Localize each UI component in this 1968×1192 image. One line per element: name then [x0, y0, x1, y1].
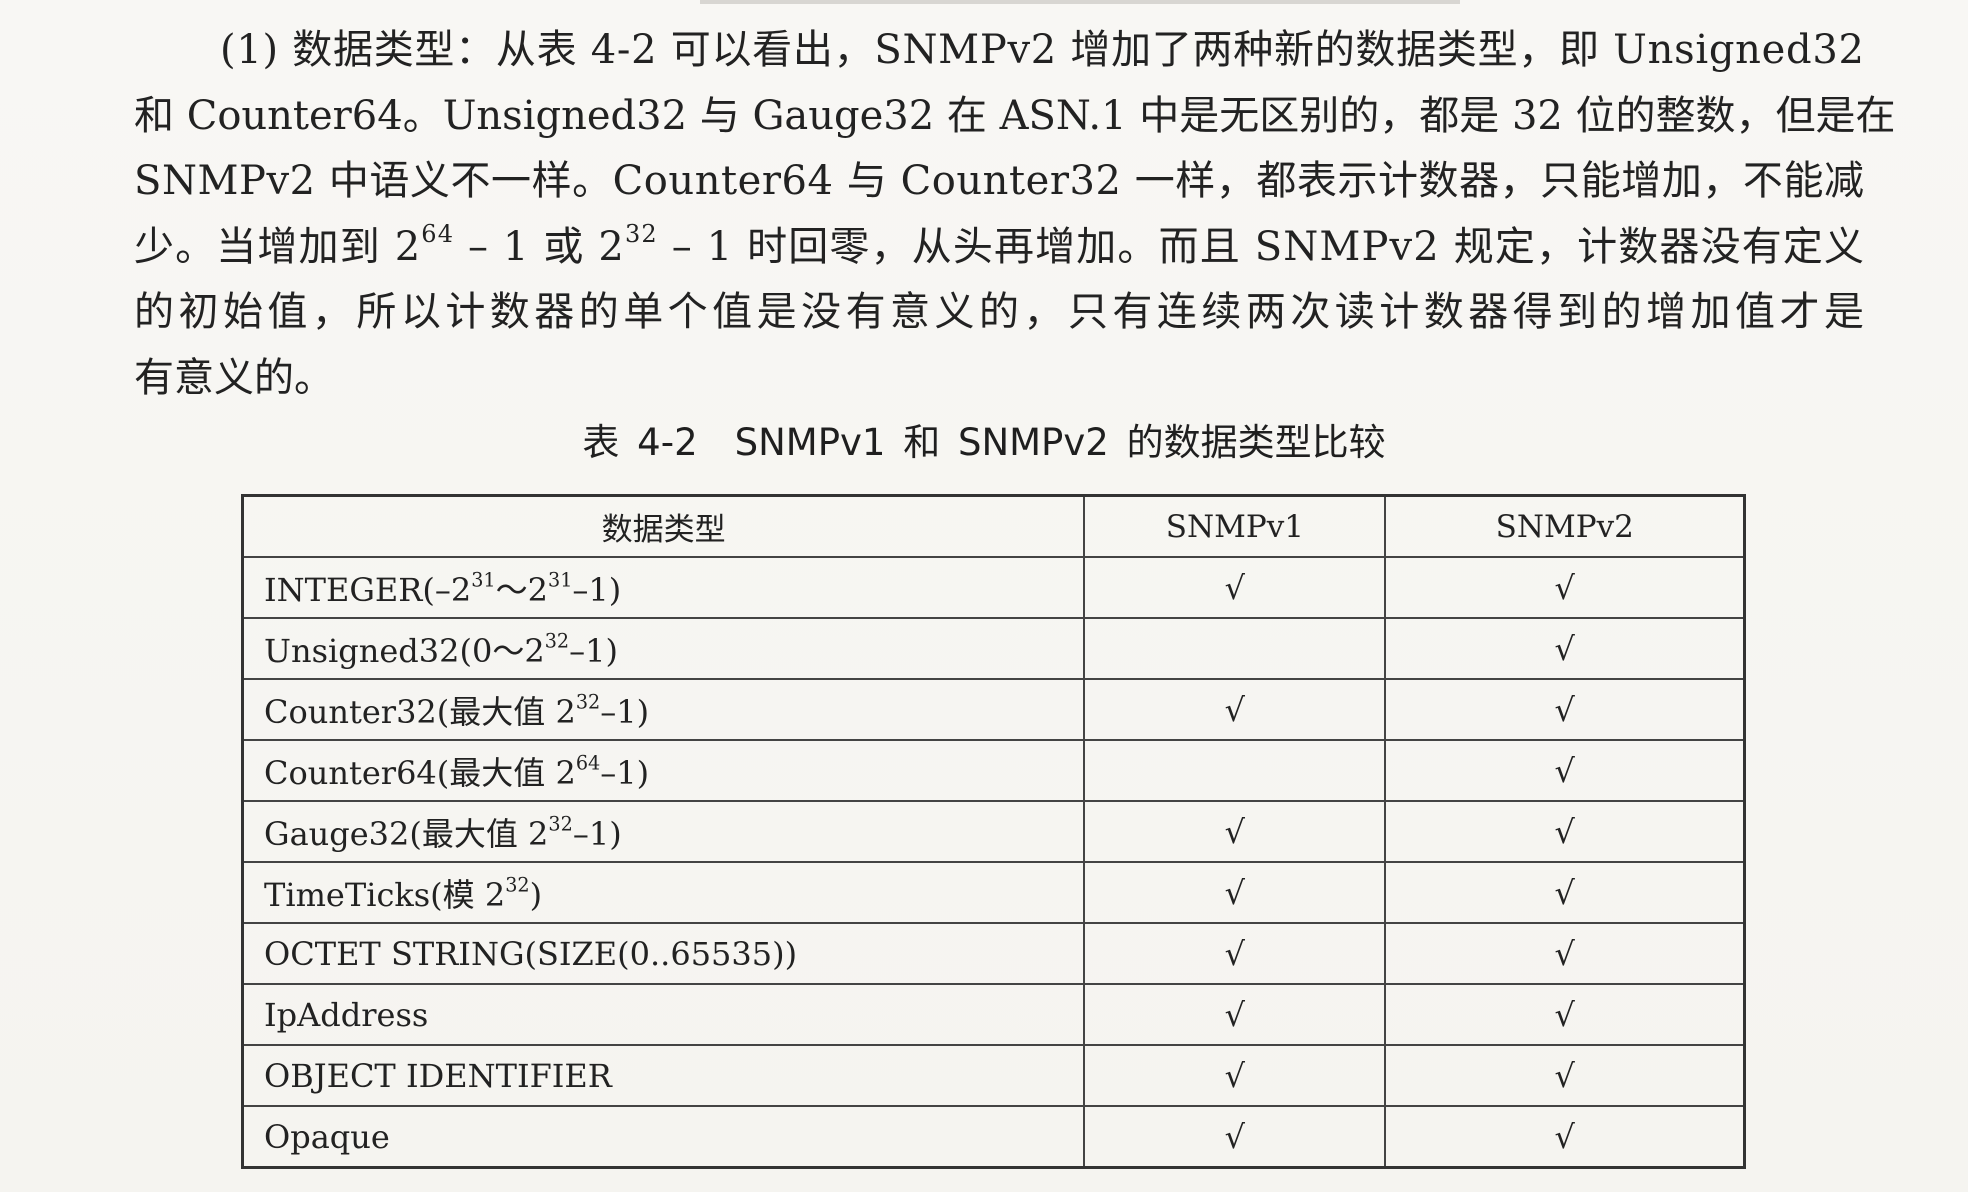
type-text: –1): [572, 570, 622, 609]
table-row: OBJECT IDENTIFIER √ √: [241, 1044, 1746, 1107]
snmpv1-support-cell: √: [1083, 922, 1387, 985]
text-run: 少。当增加到 2: [134, 223, 422, 270]
exponent: 32: [544, 629, 570, 653]
data-type-cell: Gauge32(最大值 232–1): [241, 800, 1086, 863]
snmpv2-support-cell: √: [1384, 617, 1746, 680]
snmpv2-support-cell: √: [1384, 739, 1746, 802]
type-text: Opaque: [264, 1117, 390, 1156]
text-run: – 1 时回零，从头再增加。而且 SNMPv2 规定，计数器没有定义: [657, 223, 1866, 270]
type-text: –1): [600, 753, 650, 792]
exponent: 31: [548, 568, 573, 592]
table-row: Counter64(最大值 264–1) √: [241, 739, 1746, 802]
header-snmpv1: SNMPv1: [1083, 494, 1387, 558]
snmpv2-support-cell: √: [1384, 1044, 1746, 1107]
exponent: 32: [505, 873, 530, 897]
text-run: SNMPv2 中语义不一样。Counter64 与 Counter32 一样，都…: [134, 158, 1865, 205]
header-snmpv2: SNMPv2: [1384, 494, 1746, 558]
paragraph-line-text: 和 Counter64。Unsigned32 与 Gauge32 在 ASN.1…: [134, 84, 1896, 150]
snmpv2-support-cell: √: [1384, 861, 1746, 924]
table-row: TimeTicks(模 232) √ √: [241, 861, 1746, 924]
text-run: (1) 数据类型：从表 4-2 可以看出，SNMPv2 增加了两种新的数据类型，…: [220, 27, 1865, 73]
table-row: OCTET STRING(SIZE(0..65535)) √ √: [241, 922, 1746, 985]
type-text: TimeTicks(模 2: [264, 875, 506, 914]
header-data-type: 数据类型: [241, 494, 1086, 558]
paragraph-line-text: 有意义的。: [134, 346, 334, 412]
table-header-row: 数据类型 SNMPv1 SNMPv2: [241, 494, 1746, 558]
paragraph-line: 有意义的。: [134, 346, 1864, 412]
type-text: OBJECT IDENTIFIER: [264, 1056, 612, 1095]
snmpv2-support-cell: √: [1384, 1105, 1746, 1169]
type-text: –1): [569, 631, 618, 670]
paragraph-line-text: 的初始值，所以计数器的单个值是没有意义的，只有连续两次读计数器得到的增加值才是: [134, 280, 1868, 346]
data-type-comparison-table: 数据类型 SNMPv1 SNMPv2 INTEGER(–231～231–1) √ √…: [241, 494, 1746, 1169]
body-paragraph: (1) 数据类型：从表 4-2 可以看出，SNMPv2 增加了两种新的数据类型，…: [134, 18, 1896, 412]
data-type-cell: OCTET STRING(SIZE(0..65535)): [241, 922, 1086, 985]
paragraph-line: 少。当增加到 264 – 1 或 232 – 1 时回零，从头再增加。而且 SN…: [134, 215, 1864, 281]
table-caption: 表 4-2 SNMPv1 和 SNMPv2 的数据类型比较: [582, 421, 1386, 464]
table-row: IpAddress √ √: [241, 983, 1746, 1046]
document-page: (1) 数据类型：从表 4-2 可以看出，SNMPv2 增加了两种新的数据类型，…: [0, 0, 1968, 1192]
type-text: Counter32(最大值 2: [264, 692, 576, 731]
data-type-cell: OBJECT IDENTIFIER: [241, 1044, 1086, 1107]
table-row: Unsigned32(0～232–1) √: [241, 617, 1746, 680]
snmpv1-support-cell: √: [1083, 1044, 1387, 1107]
data-type-cell: Unsigned32(0～232–1): [241, 617, 1086, 680]
type-text: Counter64(最大值 2: [264, 753, 576, 792]
text-run: – 1 或 2: [454, 223, 626, 270]
data-type-cell: INTEGER(–231～231–1): [241, 556, 1086, 619]
snmpv2-support-cell: √: [1384, 800, 1746, 863]
exponent: 31: [471, 568, 496, 592]
data-type-cell: Opaque: [241, 1105, 1086, 1169]
type-text: Gauge32(最大值 2: [264, 814, 549, 853]
type-text: –1): [600, 692, 650, 731]
exponent: 32: [625, 219, 658, 248]
exponent: 64: [575, 751, 601, 775]
table-row: Gauge32(最大值 232–1) √ √: [241, 800, 1746, 863]
snmpv2-support-cell: √: [1384, 678, 1746, 741]
snmpv1-support-cell: √: [1083, 861, 1387, 924]
paragraph-line: 和 Counter64。Unsigned32 与 Gauge32 在 ASN.1…: [134, 84, 1896, 150]
type-text: Unsigned32(0～2: [264, 631, 545, 670]
snmpv2-support-cell: √: [1384, 922, 1746, 985]
text-run: 有意义的。: [134, 354, 334, 401]
snmpv2-support-cell: √: [1384, 556, 1746, 619]
data-type-cell: IpAddress: [241, 983, 1086, 1046]
paragraph-line-text: SNMPv2 中语义不一样。Counter64 与 Counter32 一样，都…: [134, 149, 1865, 215]
type-text: IpAddress: [264, 995, 429, 1034]
snmpv1-support-cell: √: [1083, 983, 1387, 1046]
type-text: INTEGER(–2: [264, 570, 472, 609]
snmpv1-support-cell: √: [1083, 678, 1387, 741]
data-type-cell: Counter64(最大值 264–1): [241, 739, 1086, 802]
table-row: Counter32(最大值 232–1) √ √: [241, 678, 1746, 741]
snmpv1-support-cell: [1083, 617, 1387, 680]
snmpv1-support-cell: [1083, 739, 1387, 802]
type-text: ～2: [495, 570, 548, 609]
paragraph-line-text: (1) 数据类型：从表 4-2 可以看出，SNMPv2 增加了两种新的数据类型，…: [220, 18, 1865, 84]
data-type-cell: TimeTicks(模 232): [241, 861, 1086, 924]
exponent: 64: [421, 219, 455, 248]
paragraph-line: SNMPv2 中语义不一样。Counter64 与 Counter32 一样，都…: [134, 149, 1864, 215]
snmpv1-support-cell: √: [1083, 1105, 1387, 1169]
data-type-cell: Counter32(最大值 232–1): [241, 678, 1086, 741]
type-text: ): [529, 875, 543, 914]
table-row: Opaque √ √: [241, 1105, 1746, 1169]
snmpv2-support-cell: √: [1384, 983, 1746, 1046]
type-text: OCTET STRING(SIZE(0..65535)): [264, 934, 798, 973]
type-text: –1): [572, 814, 622, 853]
exponent: 32: [575, 690, 601, 714]
exponent: 32: [548, 812, 573, 836]
paragraph-line-text: 少。当增加到 264 – 1 或 232 – 1 时回零，从头再增加。而且 SN…: [134, 215, 1865, 281]
table-row: INTEGER(–231～231–1) √ √: [241, 556, 1746, 619]
snmpv1-support-cell: √: [1083, 800, 1387, 863]
snmpv1-support-cell: √: [1083, 556, 1387, 619]
paragraph-line: 的初始值，所以计数器的单个值是没有意义的，只有连续两次读计数器得到的增加值才是: [134, 280, 1864, 346]
paragraph-line: (1) 数据类型：从表 4-2 可以看出，SNMPv2 增加了两种新的数据类型，…: [134, 18, 1864, 84]
text-run: 的初始值，所以计数器的单个值是没有意义的，只有连续两次读计数器得到的增加值才是: [134, 289, 1869, 336]
top-bleed-line: [700, 0, 1460, 4]
text-run: 和 Counter64。Unsigned32 与 Gauge32 在 ASN.1…: [134, 92, 1896, 139]
